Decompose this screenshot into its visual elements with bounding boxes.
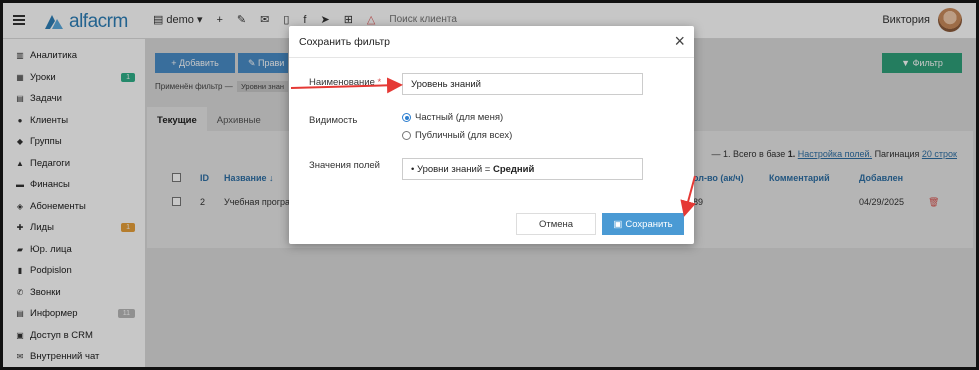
name-label-row: Наименование * — [309, 77, 381, 88]
close-icon[interactable]: × — [674, 31, 685, 52]
filter-values-box: • Уровни знаний = Средний — [402, 158, 643, 180]
modal-header: Сохранить фильтр × — [289, 26, 694, 58]
app-window: alfacrm ▤ demo ▾ + ✎ ✉ ▯ f ➤ ⊞ △ Виктори… — [0, 0, 979, 370]
name-label: Наименование — [309, 77, 375, 88]
filter-value: Средний — [492, 164, 535, 175]
required-mark: * — [377, 77, 382, 88]
private-option[interactable]: Частный (для меня) — [402, 112, 503, 123]
filter-name-input[interactable] — [402, 73, 643, 95]
filter-value-prefix: • Уровни знаний = — [411, 164, 491, 175]
private-radio[interactable] — [402, 113, 411, 122]
values-label: Значения полей — [309, 160, 380, 171]
public-option-label: Публичный (для всех) — [415, 130, 513, 141]
public-radio[interactable] — [402, 131, 411, 140]
cancel-button[interactable]: Отмена — [516, 213, 596, 235]
save-label: Сохранить — [625, 218, 673, 230]
visibility-label: Видимость — [309, 115, 358, 126]
private-option-label: Частный (для меня) — [415, 112, 504, 123]
public-option[interactable]: Публичный (для всех) — [402, 130, 512, 141]
save-button[interactable]: ▣ Сохранить — [602, 213, 684, 235]
floppy-icon: ▣ — [613, 218, 623, 230]
modal-title: Сохранить фильтр — [299, 36, 391, 48]
save-filter-dialog: Сохранить фильтр × Наименование * Видимо… — [289, 26, 694, 244]
